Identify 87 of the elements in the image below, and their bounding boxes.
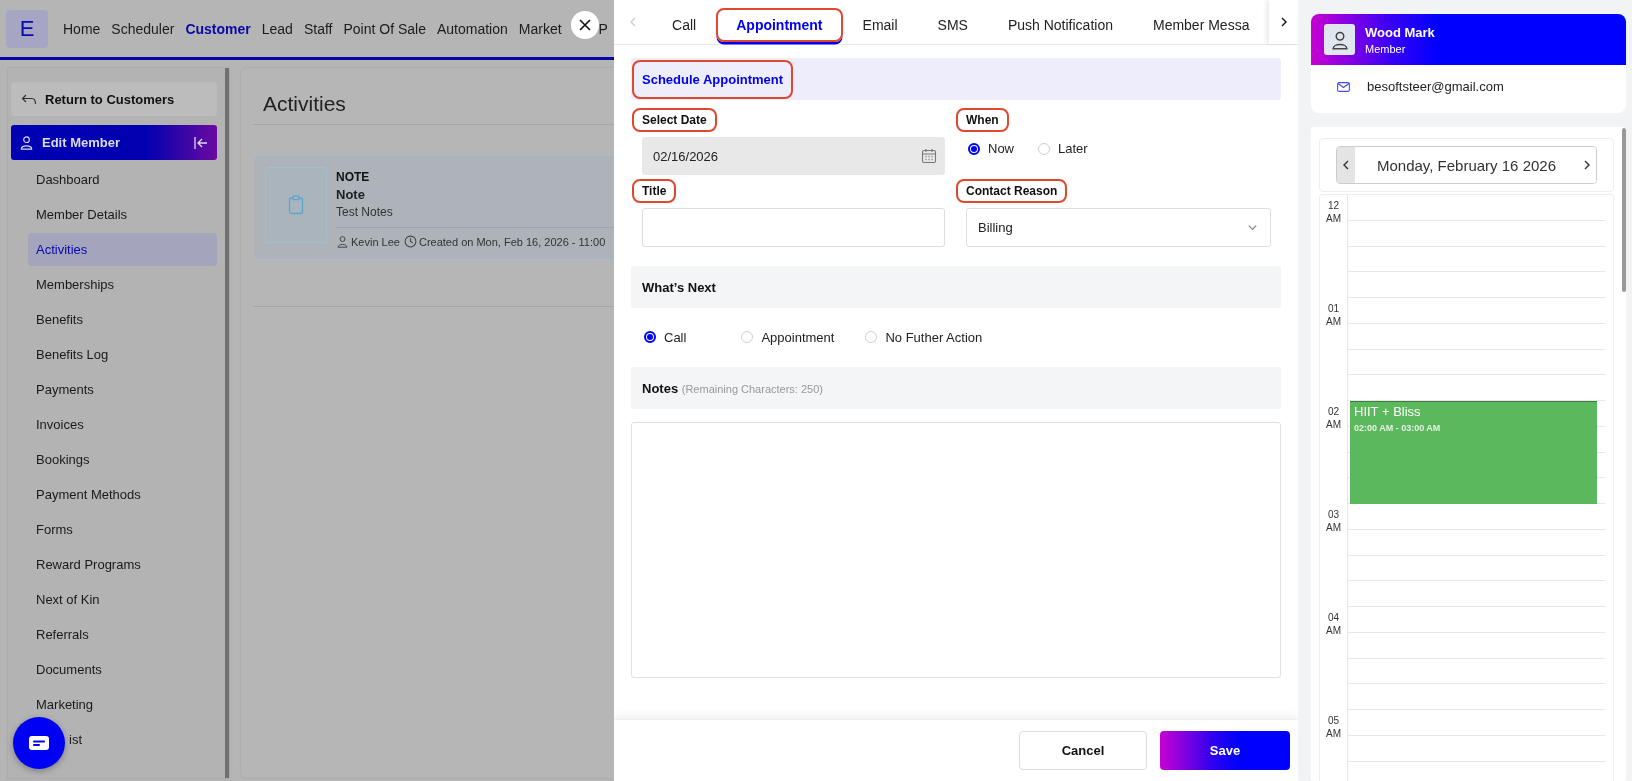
- sidebar-item[interactable]: Marketing: [28, 688, 217, 721]
- section-heading: What’s Next: [642, 279, 716, 295]
- sidebar-item[interactable]: Next of Kin: [28, 583, 217, 616]
- activity-type: NOTE: [336, 170, 371, 184]
- member-name: Wood Mark: [1365, 24, 1435, 40]
- author-name: Kevin Lee: [351, 235, 400, 248]
- nav-link[interactable]: Point Of Sale: [343, 20, 426, 37]
- date-field[interactable]: 02/16/2026: [642, 137, 945, 175]
- sidebar-item[interactable]: Payments: [28, 373, 217, 406]
- calendar-date: Monday, February 16 2026: [1376, 155, 1557, 176]
- nav-link[interactable]: Automation: [436, 20, 508, 37]
- collapse-icon[interactable]: [193, 135, 209, 150]
- hour-label: 02 AM: [1325, 405, 1342, 431]
- radio-option[interactable]: Call: [642, 322, 740, 352]
- mail-icon: [1337, 81, 1350, 92]
- nav-link[interactable]: Staff: [303, 20, 333, 37]
- close-button[interactable]: [570, 10, 599, 39]
- section-heading: Schedule Appointment: [632, 59, 794, 99]
- sidebar-item[interactable]: Bookings: [28, 443, 217, 476]
- scrollbar[interactable]: [1622, 128, 1626, 292]
- clipboard-icon: [288, 195, 304, 215]
- section-title: Edit Member: [42, 135, 121, 150]
- member-role: Member: [1365, 42, 1407, 55]
- tab[interactable]: Appointment: [716, 8, 843, 42]
- chat-icon: [28, 735, 50, 751]
- activity-title: Note: [336, 187, 366, 202]
- sidebar-item[interactable]: Benefits Log: [28, 338, 217, 371]
- hour-label: 03 AM: [1325, 508, 1342, 534]
- person-icon: [19, 135, 34, 150]
- sidebar-item[interactable]: Documents: [28, 653, 217, 686]
- nav-link[interactable]: Scheduler: [111, 20, 175, 37]
- sidebar-item[interactable]: Forms: [28, 513, 217, 546]
- nav-link[interactable]: P: [598, 20, 608, 37]
- tab[interactable]: Push Notification: [987, 8, 1133, 42]
- calendar-icon: [921, 148, 937, 164]
- sidebar-item[interactable]: Memberships: [28, 268, 217, 301]
- hour-label: 04 AM: [1325, 611, 1342, 637]
- sidebar-item[interactable]: Reward Programs: [28, 548, 217, 581]
- tab[interactable]: Email: [842, 8, 918, 42]
- hour-label: 12 AM: [1325, 199, 1342, 225]
- hour-label: 05 AM: [1325, 714, 1342, 740]
- title-input[interactable]: [642, 208, 945, 247]
- field-label: Contact Reason: [956, 179, 1068, 203]
- sidebar-item[interactable]: Benefits: [28, 303, 217, 336]
- radio-option[interactable]: Appointment: [739, 322, 864, 352]
- field-label: Select Date: [632, 108, 717, 132]
- sidebar-item[interactable]: Invoices: [28, 408, 217, 441]
- app-logo[interactable]: E: [6, 9, 48, 48]
- notes-field[interactable]: [631, 422, 1281, 678]
- nav-link[interactable]: Customer: [185, 20, 251, 37]
- tab[interactable]: SMS: [917, 8, 988, 42]
- event-time: 02:00 AM - 03:00 AM: [1354, 423, 1441, 433]
- activity-text: Test Notes: [336, 205, 394, 219]
- nav-link[interactable]: Market: [518, 20, 562, 37]
- clock-icon: [403, 235, 417, 248]
- member-email: besoftsteer@gmail.com: [1367, 79, 1504, 94]
- page-title: Activities: [262, 91, 346, 117]
- radio-option[interactable]: No Futher Action: [863, 322, 1036, 352]
- activity-card[interactable]: NOTE Note Test Notes Kevin Lee Created on Mon, Feb 16, 2026 - 11:00: [253, 155, 614, 260]
- radio-option[interactable]: Later: [1036, 141, 1110, 156]
- sidebar-item[interactable]: ist: [67, 723, 217, 756]
- field-label: When: [956, 108, 1009, 132]
- chevron-down-icon: [1247, 222, 1258, 233]
- sidebar-item[interactable]: Activities: [28, 233, 217, 266]
- sidebar-item[interactable]: Payment Methods: [28, 478, 217, 511]
- section-heading: Notes (Remaining Characters: 250): [642, 380, 823, 396]
- prev-day-button[interactable]: [1337, 147, 1355, 183]
- field-label: Title: [632, 179, 677, 203]
- event-title: HIIT + Bliss: [1354, 404, 1421, 419]
- nav-link[interactable]: Home: [63, 20, 101, 37]
- save-button[interactable]: Save: [1160, 731, 1290, 770]
- sidebar-item[interactable]: Member Details: [28, 198, 217, 231]
- sidebar-item[interactable]: Referrals: [28, 618, 217, 651]
- cancel-button[interactable]: Cancel: [1019, 731, 1147, 770]
- close-icon: [577, 17, 592, 32]
- sidebar-item[interactable]: Dashboard: [28, 163, 217, 196]
- select-field[interactable]: Billing: [966, 208, 1271, 247]
- person-icon: [336, 235, 349, 248]
- radio-option[interactable]: Now: [966, 141, 1036, 156]
- hour-label: 01 AM: [1325, 302, 1342, 328]
- tab[interactable]: Member Messa: [1132, 8, 1270, 42]
- created-date: Created on Mon, Feb 16, 2026 - 11:00: [418, 235, 606, 248]
- tabs-next-button[interactable]: [1269, 0, 1298, 44]
- nav-link[interactable]: Lead: [261, 20, 293, 37]
- tab[interactable]: Call: [652, 8, 717, 42]
- return-arrow-icon: [21, 93, 37, 105]
- back-button[interactable]: Return to Customers: [11, 82, 217, 116]
